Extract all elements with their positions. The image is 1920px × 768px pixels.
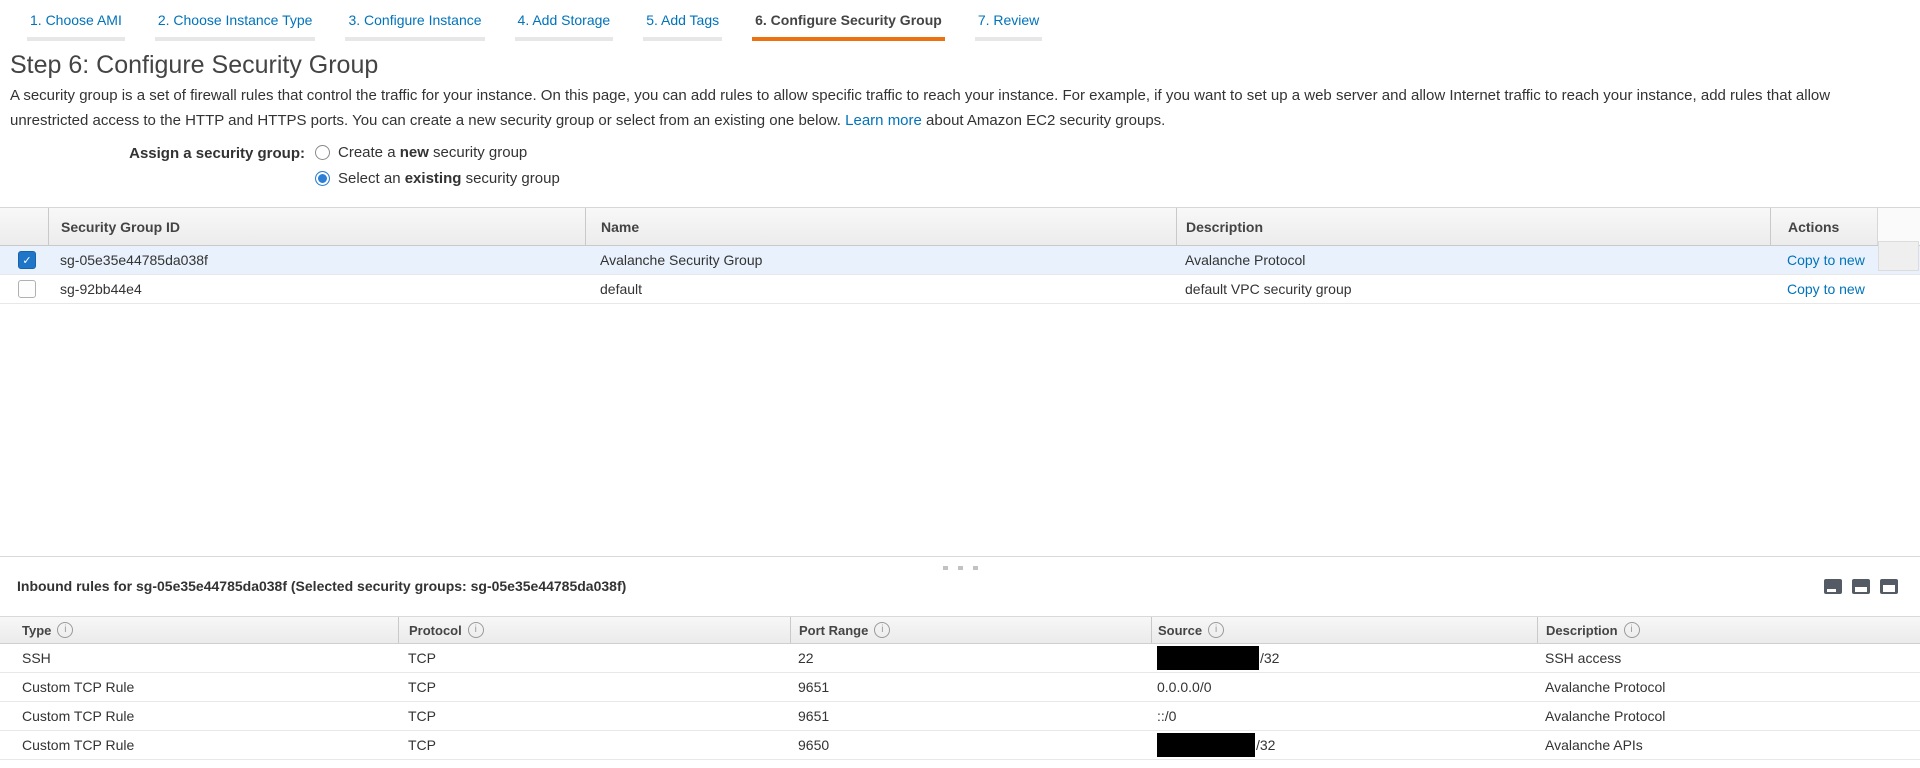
rule-source-cell: 0.0.0.0/0 xyxy=(1151,673,1537,701)
content-spacer xyxy=(0,304,1920,556)
sg-actions-cell: Copy to new xyxy=(1770,275,1877,303)
rule-type-cell: Custom TCP Rule xyxy=(0,673,398,701)
sg-description-cell: Avalanche Protocol xyxy=(1176,246,1770,274)
inbound-rule-row: Custom TCP RuleTCP9651::/0Avalanche Prot… xyxy=(0,702,1920,731)
inbound-rules-table: TypeiProtocoliPort RangeiSourceiDescript… xyxy=(0,616,1920,760)
column-header-label: Description xyxy=(1546,623,1618,638)
split-drag-handle[interactable] xyxy=(0,556,1920,566)
info-icon[interactable]: i xyxy=(468,622,484,638)
wizard-tab-3[interactable]: 3. Configure Instance xyxy=(345,12,484,41)
layout-bottom-half-icon[interactable] xyxy=(1880,579,1898,594)
inbound-rules-title: Inbound rules for sg-05e35e44785da038f (… xyxy=(17,578,626,594)
wizard-tab-1[interactable]: 1. Choose AMI xyxy=(27,12,125,41)
wizard-tab-bar: 1. Choose AMI 2. Choose Instance Type 3. C… xyxy=(0,0,1920,41)
row-checkbox[interactable] xyxy=(18,280,36,298)
wizard-tab-5[interactable]: 5. Add Tags xyxy=(643,12,722,41)
info-icon[interactable]: i xyxy=(57,622,73,638)
layout-bottom-thin-icon[interactable] xyxy=(1824,579,1842,594)
sg-description-cell: default VPC security group xyxy=(1176,275,1770,303)
rule-type-cell: SSH xyxy=(0,644,398,672)
column-header-type: Typei xyxy=(0,617,398,643)
security-group-row[interactable]: ✓ sg-05e35e44785da038fAvalanche Security … xyxy=(0,246,1920,275)
radio-option-label: Create a new security group xyxy=(338,144,527,161)
column-header-label: Port Range xyxy=(799,623,868,638)
security-group-row[interactable]: sg-92bb44e4defaultdefault VPC security g… xyxy=(0,275,1920,304)
info-icon[interactable]: i xyxy=(1208,622,1224,638)
wizard-tab-4[interactable]: 4. Add Storage xyxy=(515,12,614,41)
rule-description-cell: Avalanche Protocol xyxy=(1537,702,1920,730)
rule-port-cell: 22 xyxy=(790,644,1151,672)
column-header-actions[interactable]: Actions xyxy=(1770,208,1877,245)
column-header-description[interactable]: Description xyxy=(1176,208,1770,245)
column-header-label: Protocol xyxy=(409,623,462,638)
wizard-tab-2[interactable]: 2. Choose Instance Type xyxy=(155,12,316,41)
sg-name-cell: default xyxy=(585,275,1176,303)
column-header-label: Source xyxy=(1158,623,1202,638)
wizard-tab-7[interactable]: 7. Review xyxy=(975,12,1042,41)
radio-option-label: Select an existing security group xyxy=(338,170,560,187)
column-header-security-group-id[interactable]: Security Group ID xyxy=(48,208,585,245)
assign-options: Create a new security group Select an exi… xyxy=(315,143,560,195)
rule-protocol-cell: TCP xyxy=(398,731,790,759)
inbound-rule-row: Custom TCP RuleTCP96510.0.0.0/0Avalanche… xyxy=(0,673,1920,702)
radio-option-select-existing[interactable]: Select an existing security group xyxy=(315,169,560,188)
inbound-rule-row: Custom TCP RuleTCP9650/32Avalanche APIs xyxy=(0,731,1920,760)
inbound-table-header: TypeiProtocoliPort RangeiSourceiDescript… xyxy=(0,616,1920,644)
column-header-protocol: Protocol i xyxy=(398,617,790,643)
radio-option-create-new[interactable]: Create a new security group xyxy=(315,143,560,162)
assign-security-group-form: Assign a security group: Create a new se… xyxy=(0,143,1920,195)
column-header-label: Type xyxy=(22,623,51,638)
copy-to-new-link[interactable]: Copy to new xyxy=(1787,281,1865,297)
rule-description-cell: Avalanche Protocol xyxy=(1537,673,1920,701)
rule-source-cell: ::/0 xyxy=(1151,702,1537,730)
redacted-source xyxy=(1157,646,1259,670)
radio-select-existing-icon[interactable] xyxy=(315,171,330,186)
intro-text: A security group is a set of firewall ru… xyxy=(10,83,1896,133)
sg-actions-cell: Copy to new xyxy=(1770,246,1877,274)
rule-description-cell: Avalanche APIs xyxy=(1537,731,1920,759)
rule-source-cell: /32 xyxy=(1151,731,1537,759)
info-icon[interactable]: i xyxy=(1624,622,1640,638)
table-scrollbar-thumb[interactable] xyxy=(1878,241,1919,271)
rule-protocol-cell: TCP xyxy=(398,673,790,701)
page-title: Step 6: Configure Security Group xyxy=(10,51,1920,79)
intro-after-link: about Amazon EC2 security groups. xyxy=(922,112,1165,129)
copy-to-new-link[interactable]: Copy to new xyxy=(1787,252,1865,268)
security-group-table: Security Group IDNameDescriptionActions✓… xyxy=(0,207,1920,304)
rule-type-cell: Custom TCP Rule xyxy=(0,731,398,759)
assign-security-group-label: Assign a security group: xyxy=(0,143,305,195)
layout-bottom-medium-icon[interactable] xyxy=(1852,579,1870,594)
checkbox-cell: ✓ xyxy=(0,246,48,274)
column-header-port-range: Port Range i xyxy=(790,617,1151,643)
rule-port-cell: 9651 xyxy=(790,702,1151,730)
rule-port-cell: 9651 xyxy=(790,673,1151,701)
rule-port-cell: 9650 xyxy=(790,731,1151,759)
sg-id-cell: sg-92bb44e4 xyxy=(48,275,585,303)
redacted-source xyxy=(1157,733,1255,757)
radio-create-new-icon[interactable] xyxy=(315,145,330,160)
learn-more-link[interactable]: Learn more xyxy=(845,112,922,129)
security-group-table-header: Security Group IDNameDescriptionActions xyxy=(0,207,1920,246)
checkbox-cell xyxy=(0,275,48,303)
column-header-name[interactable]: Name xyxy=(585,208,1176,245)
inbound-rule-row: SSHTCP22/32SSH access xyxy=(0,644,1920,673)
inbound-titlebar: Inbound rules for sg-05e35e44785da038f (… xyxy=(17,578,1898,594)
wizard-tab-6[interactable]: 6. Configure Security Group xyxy=(752,12,945,41)
column-header-description: Description i xyxy=(1537,617,1920,643)
rule-protocol-cell: TCP xyxy=(398,702,790,730)
header-scrollbar-gutter xyxy=(1877,208,1920,245)
rule-protocol-cell: TCP xyxy=(398,644,790,672)
rule-description-cell: SSH access xyxy=(1537,644,1920,672)
sg-name-cell: Avalanche Security Group xyxy=(585,246,1176,274)
sg-id-cell: sg-05e35e44785da038f xyxy=(48,246,585,274)
rule-source-cell: /32 xyxy=(1151,644,1537,672)
row-checkbox[interactable]: ✓ xyxy=(18,251,36,269)
rule-type-cell: Custom TCP Rule xyxy=(0,702,398,730)
header-checkbox-spacer xyxy=(0,208,48,245)
column-header-source: Sourcei xyxy=(1151,617,1537,643)
info-icon[interactable]: i xyxy=(874,622,890,638)
view-layout-icons xyxy=(1824,579,1898,594)
